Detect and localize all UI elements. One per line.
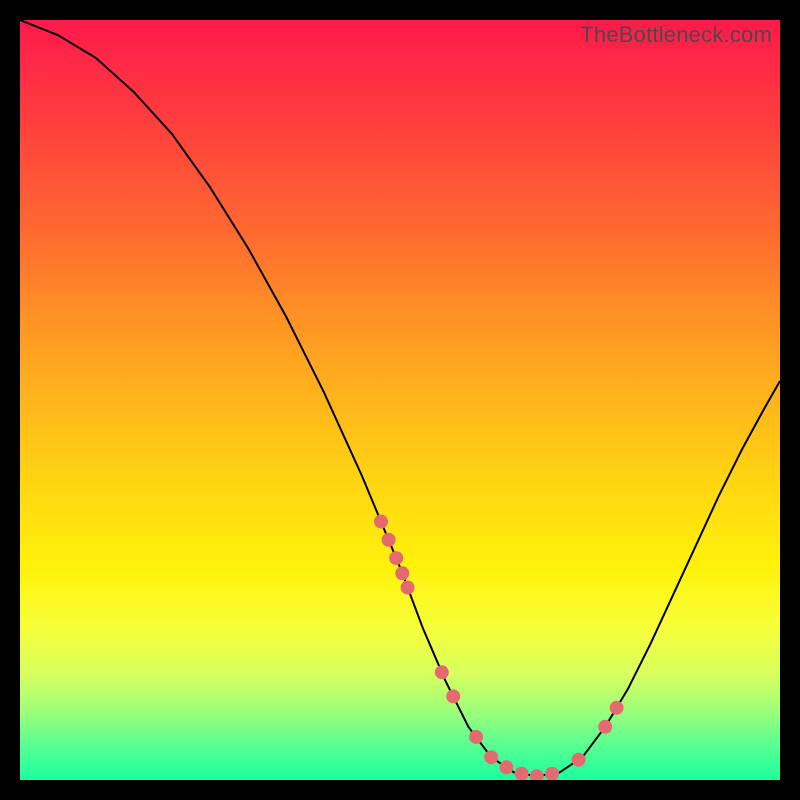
curve-dot — [499, 760, 513, 774]
curve-dot — [374, 515, 388, 529]
bottleneck-curve — [20, 20, 780, 776]
curve-dot — [389, 551, 403, 565]
curve-dot — [530, 769, 544, 780]
curve-dot — [598, 720, 612, 734]
curve-dot — [435, 665, 449, 679]
chart-frame: TheBottleneck.com — [0, 0, 800, 800]
curve-dots — [374, 515, 624, 780]
curve-dot — [610, 701, 624, 715]
plot-area: TheBottleneck.com — [20, 20, 780, 780]
curve-dot — [395, 566, 409, 580]
curve-dot — [515, 767, 529, 780]
curve-svg — [20, 20, 780, 780]
curve-dot — [382, 533, 396, 547]
curve-dot — [446, 689, 460, 703]
curve-dot — [469, 730, 483, 744]
curve-dot — [401, 581, 415, 595]
curve-dot — [572, 753, 586, 767]
curve-dot — [484, 750, 498, 764]
curve-dot — [545, 767, 559, 780]
